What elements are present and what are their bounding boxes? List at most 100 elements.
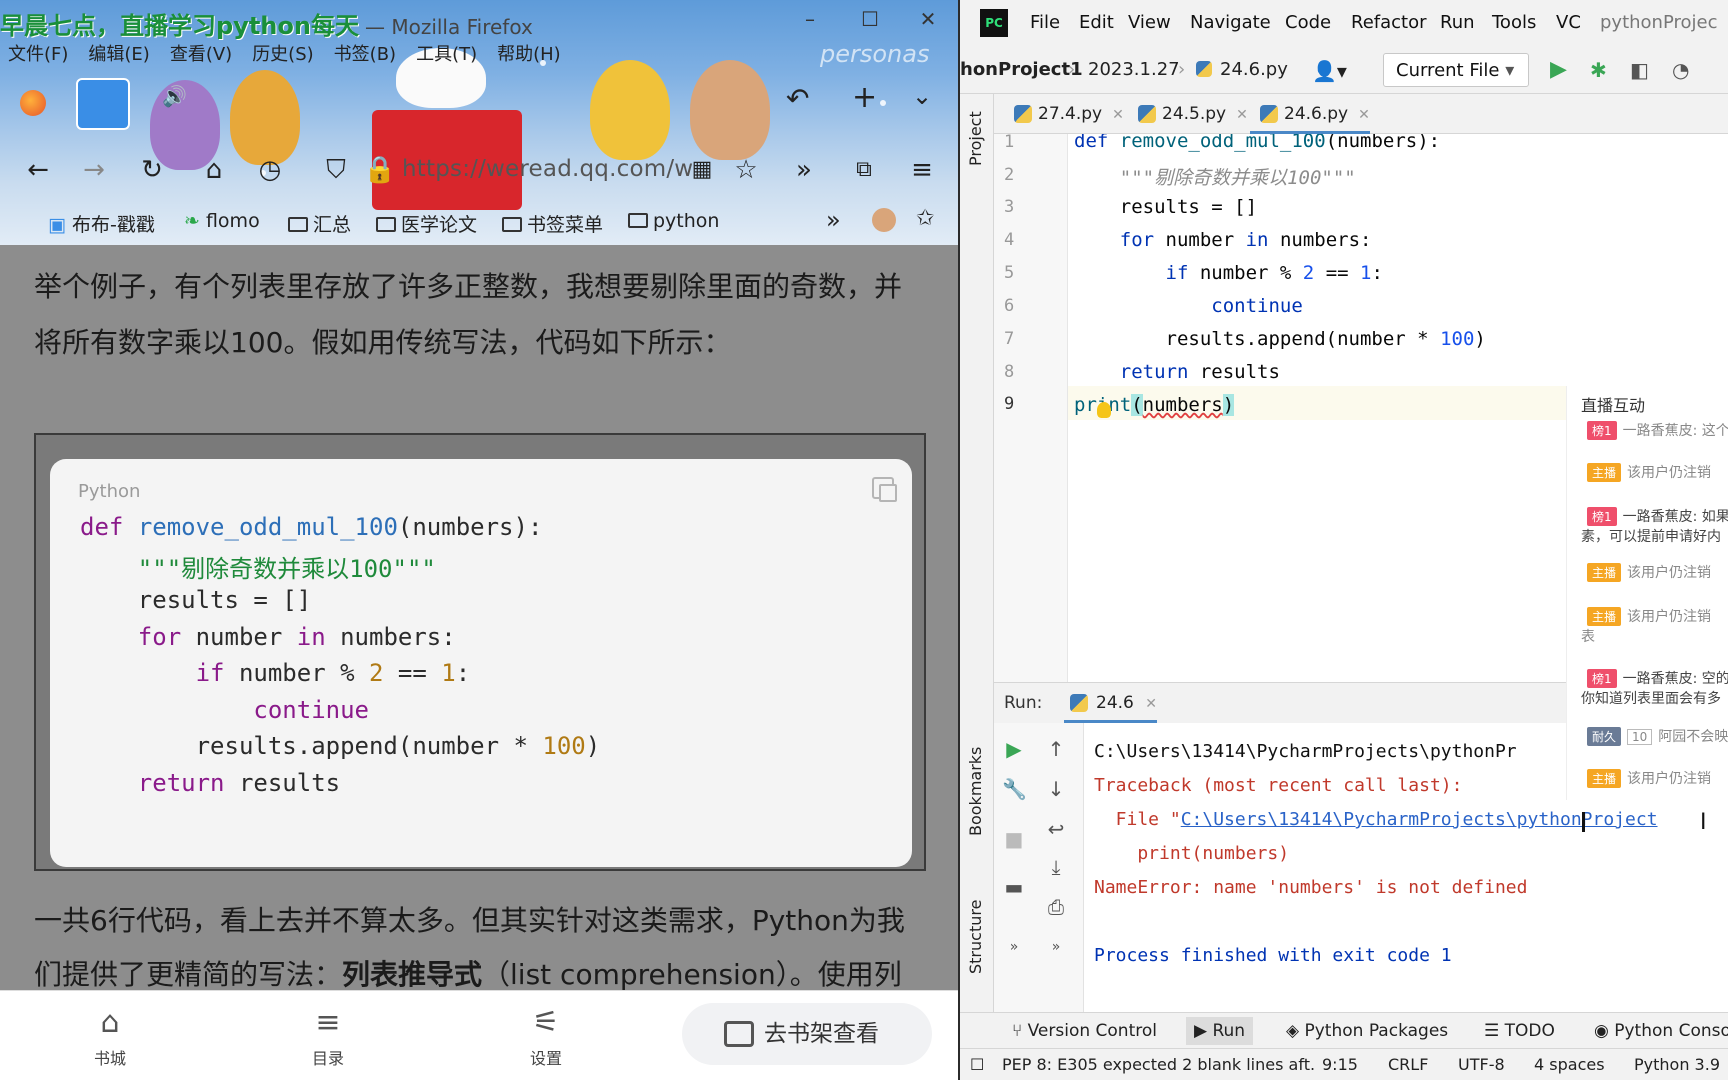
extensions-puzzle-icon[interactable]: ⧉ [846, 152, 882, 188]
nav-contents[interactable]: ≡ 目录 [288, 991, 368, 1080]
extension-star-icon[interactable]: ✩ [916, 206, 934, 231]
profile-avatar[interactable] [872, 208, 896, 232]
back-arrow-icon[interactable]: ← [20, 152, 56, 188]
python-console-tab[interactable]: ◉ Python Conso [1594, 1021, 1728, 1041]
close-tab-icon[interactable]: ✕ [1112, 107, 1124, 123]
mouse-ibeam-cursor-icon: I [1700, 810, 1707, 835]
layout-icon[interactable]: ▬ [1002, 875, 1026, 899]
breadcrumb-file[interactable]: 24.6.py [1220, 59, 1288, 80]
menu-refactor[interactable]: Refactor [1351, 12, 1427, 33]
copy-icon[interactable] [872, 477, 897, 502]
code-token: numbers: [325, 623, 456, 651]
status-toggle-icon[interactable]: ☐ [970, 1055, 984, 1074]
tab-weread[interactable] [76, 78, 130, 130]
menu-run[interactable]: Run [1440, 12, 1475, 33]
menu-view[interactable]: 查看(V) [170, 40, 232, 66]
profile-icon[interactable]: ◔ [1672, 59, 1694, 81]
menu-help[interactable]: 帮助(H) [497, 40, 561, 66]
caret-position[interactable]: 9:15 [1322, 1055, 1358, 1074]
minimize-button[interactable]: – [790, 4, 830, 34]
menu-view[interactable]: View [1128, 12, 1171, 33]
menu-tools[interactable]: 工具(T) [416, 40, 477, 66]
menu-bookmarks[interactable]: 书签(B) [334, 40, 396, 66]
reload-icon[interactable]: ↻ [134, 152, 170, 188]
file-encoding[interactable]: UTF-8 [1458, 1055, 1505, 1074]
menu-vcs[interactable]: VC [1556, 12, 1581, 33]
status-message[interactable]: PEP 8: E305 expected 2 blank lines aft. [1002, 1055, 1315, 1074]
close-button[interactable]: ✕ [908, 4, 948, 34]
history-clock-icon[interactable]: ◷ [252, 152, 288, 188]
close-tab-icon[interactable]: ✕ [1236, 107, 1248, 123]
down-arrow-icon[interactable]: ↓ [1044, 777, 1068, 801]
lock-icon[interactable]: 🔒 [362, 152, 398, 188]
coverage-icon[interactable]: ◧ [1630, 59, 1652, 81]
soft-wrap-icon[interactable]: ↩ [1044, 817, 1068, 841]
new-tab-button[interactable]: + [852, 80, 877, 115]
firefox-logo-icon[interactable] [20, 90, 46, 116]
todo-tab[interactable]: ☰ TODO [1484, 1021, 1555, 1041]
bookmark-flomo[interactable]: ❧ flomo [184, 210, 260, 232]
more-icon[interactable]: » [1044, 935, 1068, 959]
bookmark-folder-summary[interactable]: 汇总 [288, 210, 351, 237]
traceback-file-link[interactable]: C:\Users\13414\PycharmProjects\pythonPro… [1181, 809, 1658, 830]
scroll-to-end-icon[interactable]: ⤓ [1044, 855, 1068, 879]
lightbulb-icon[interactable] [1097, 402, 1111, 418]
bookmark-folder-medical[interactable]: 医学论文 [376, 210, 477, 237]
speaker-icon[interactable]: 🔊 [162, 84, 187, 108]
menu-code[interactable]: Code [1285, 12, 1331, 33]
run-configuration-select[interactable]: Current File ▾ [1383, 53, 1529, 87]
menu-history[interactable]: 历史(S) [252, 40, 313, 66]
close-tab-icon[interactable]: ✕ [1145, 696, 1157, 712]
editor-tab-24-6[interactable]: 24.6.py ✕ [1250, 94, 1370, 134]
line-separator[interactable]: CRLF [1388, 1055, 1428, 1074]
run-tab-24-6[interactable]: 24.6 ✕ [1064, 683, 1157, 723]
menu-navigate[interactable]: Navigate [1190, 12, 1271, 33]
up-arrow-icon[interactable]: ↑ [1044, 737, 1068, 761]
breadcrumb-project[interactable]: honProject1 [960, 59, 1083, 80]
python-packages-tab[interactable]: ◈ Python Packages [1286, 1021, 1448, 1041]
qr-code-icon[interactable]: ▦ [684, 152, 720, 188]
bookmark-folder-menu[interactable]: 书签菜单 [502, 210, 603, 237]
indent-setting[interactable]: 4 spaces [1534, 1055, 1605, 1074]
url-bar[interactable]: https://weread.qq.com/w [402, 156, 693, 182]
menu-file[interactable]: File [1030, 12, 1060, 33]
debug-bug-icon[interactable]: ✱ [1590, 59, 1612, 81]
shield-icon[interactable]: ⛉ [318, 152, 354, 188]
editor-tab-24-5[interactable]: 24.5.py ✕ [1128, 94, 1248, 134]
maximize-button[interactable]: ☐ [850, 4, 890, 34]
more-icon[interactable]: » [1002, 935, 1026, 959]
bookmark-bubu[interactable]: ▣ 布布-戳戳 [48, 210, 155, 237]
forward-arrow-icon[interactable]: → [76, 152, 112, 188]
user-icon[interactable]: 👤▾ [1312, 59, 1347, 83]
menu-tools[interactable]: Tools [1492, 12, 1536, 33]
list-tabs-chevron-icon[interactable]: ⌄ [912, 82, 932, 110]
rerun-play-icon[interactable]: ▶ [1002, 737, 1026, 761]
stop-icon[interactable]: ■ [1002, 827, 1026, 851]
close-tab-icon[interactable]: ✕ [1358, 107, 1370, 123]
code-token: in [1245, 229, 1269, 251]
structure-tool-tab[interactable]: Structure [966, 900, 985, 974]
run-play-icon[interactable]: ▶ [1550, 59, 1572, 81]
bookmarks-overflow-icon[interactable]: » [826, 206, 841, 234]
menu-file[interactable]: 文件(F) [8, 40, 68, 66]
menu-edit[interactable]: 编辑(E) [88, 40, 149, 66]
star-bookmark-icon[interactable]: ☆ [728, 152, 764, 188]
bookmarks-tool-tab[interactable]: Bookmarks [966, 747, 985, 836]
version-control-tab[interactable]: ⑂ Version Control [1012, 1021, 1157, 1041]
breadcrumb-folder[interactable]: 2023.1.27 [1088, 59, 1180, 80]
hamburger-menu-icon[interactable]: ≡ [904, 152, 940, 188]
run-tool-tab[interactable]: ▶ Run [1186, 1017, 1254, 1045]
overflow-chevron-icon[interactable]: » [786, 152, 822, 188]
nav-bookstore[interactable]: ⌂ 书城 [70, 991, 150, 1080]
view-bookshelf-button[interactable]: 去书架查看 [682, 1003, 932, 1065]
editor-tab-27-4[interactable]: 27.4.py ✕ [1004, 94, 1124, 134]
home-icon[interactable]: ⌂ [196, 152, 232, 188]
wrench-icon[interactable]: 🔧 [1002, 777, 1027, 801]
python-interpreter[interactable]: Python 3.9 [1634, 1055, 1720, 1074]
bookmark-folder-python[interactable]: python [628, 210, 719, 232]
print-icon[interactable]: ⎙ [1044, 895, 1068, 919]
menu-edit[interactable]: Edit [1079, 12, 1114, 33]
project-tool-tab[interactable]: Project [966, 111, 985, 166]
undo-close-tab-icon[interactable]: ↶ [786, 82, 809, 115]
nav-settings[interactable]: ⚟ 设置 [506, 991, 586, 1080]
